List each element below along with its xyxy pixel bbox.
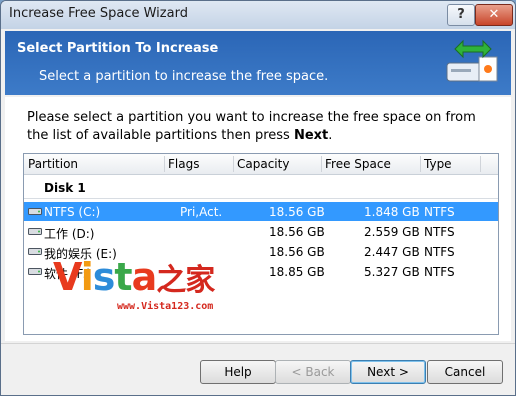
partition-capacity: 18.56 GB: [269, 225, 325, 239]
partition-type: NTFS: [424, 245, 455, 259]
column-free-space[interactable]: Free Space: [325, 157, 391, 171]
drive-icon: [28, 268, 42, 275]
partition-free-space: 1.848 GB: [364, 205, 420, 219]
wizard-banner: Select Partition To Increase Select a pa…: [5, 31, 511, 95]
help-title-button[interactable]: ?: [447, 4, 475, 26]
partition-capacity: 18.56 GB: [269, 205, 325, 219]
watermark-logo: Vista之家 www.Vista123.com: [53, 255, 253, 315]
drive-icon: [28, 208, 42, 215]
instruction-bold: Next: [293, 128, 329, 143]
back-button[interactable]: < Back: [275, 360, 351, 384]
instruction-text: Please select a partition you want to in…: [27, 110, 476, 143]
partition-type: NTFS: [424, 265, 455, 279]
disk-group-label: Disk 1: [44, 181, 86, 195]
column-flags[interactable]: Flags: [168, 157, 199, 171]
partition-row-d[interactable]: 工作 (D:) 18.56 GB 2.559 GB NTFS: [24, 222, 498, 241]
banner-subtitle: Select a partition to increase the free …: [39, 69, 329, 84]
column-type[interactable]: Type: [424, 157, 452, 171]
partition-free-space: 5.327 GB: [364, 265, 420, 279]
partition-row-c[interactable]: NTFS (C:) Pri,Act. 18.56 GB 1.848 GB NTF…: [24, 202, 498, 221]
watermark-text: Vista之家: [53, 255, 215, 299]
group-divider: [24, 198, 498, 199]
partition-type: NTFS: [424, 225, 455, 239]
partition-flags: Pri,Act.: [180, 205, 223, 219]
partition-name: NTFS (C:): [44, 205, 101, 219]
window-title: Increase Free Space Wizard: [9, 6, 188, 21]
column-capacity[interactable]: Capacity: [237, 157, 289, 171]
cancel-button[interactable]: Cancel: [427, 360, 503, 384]
title-bar[interactable]: Increase Free Space Wizard ? ✕: [1, 1, 515, 29]
banner-title: Select Partition To Increase: [17, 41, 219, 56]
partition-type: NTFS: [424, 205, 455, 219]
partition-capacity: 18.85 GB: [269, 265, 325, 279]
wizard-window: Increase Free Space Wizard ? ✕ Select Pa…: [0, 0, 516, 396]
partition-capacity: 18.56 GB: [269, 245, 325, 259]
drive-icon: [28, 228, 42, 235]
partition-free-space: 2.559 GB: [364, 225, 420, 239]
close-button[interactable]: ✕: [475, 4, 513, 26]
button-bar: Help < Back Next > Cancel: [1, 343, 515, 395]
list-header: Partition Flags Capacity Free Space Type: [24, 154, 498, 175]
help-button[interactable]: Help: [200, 360, 276, 384]
drive-icon: [28, 248, 42, 255]
partition-name: 工作 (D:): [44, 227, 95, 241]
disk-arrows-icon: [446, 39, 498, 82]
watermark-url: www.Vista123.com: [117, 301, 214, 312]
partition-free-space: 2.447 GB: [364, 245, 420, 259]
column-partition[interactable]: Partition: [28, 157, 78, 171]
next-button[interactable]: Next >: [350, 360, 426, 384]
